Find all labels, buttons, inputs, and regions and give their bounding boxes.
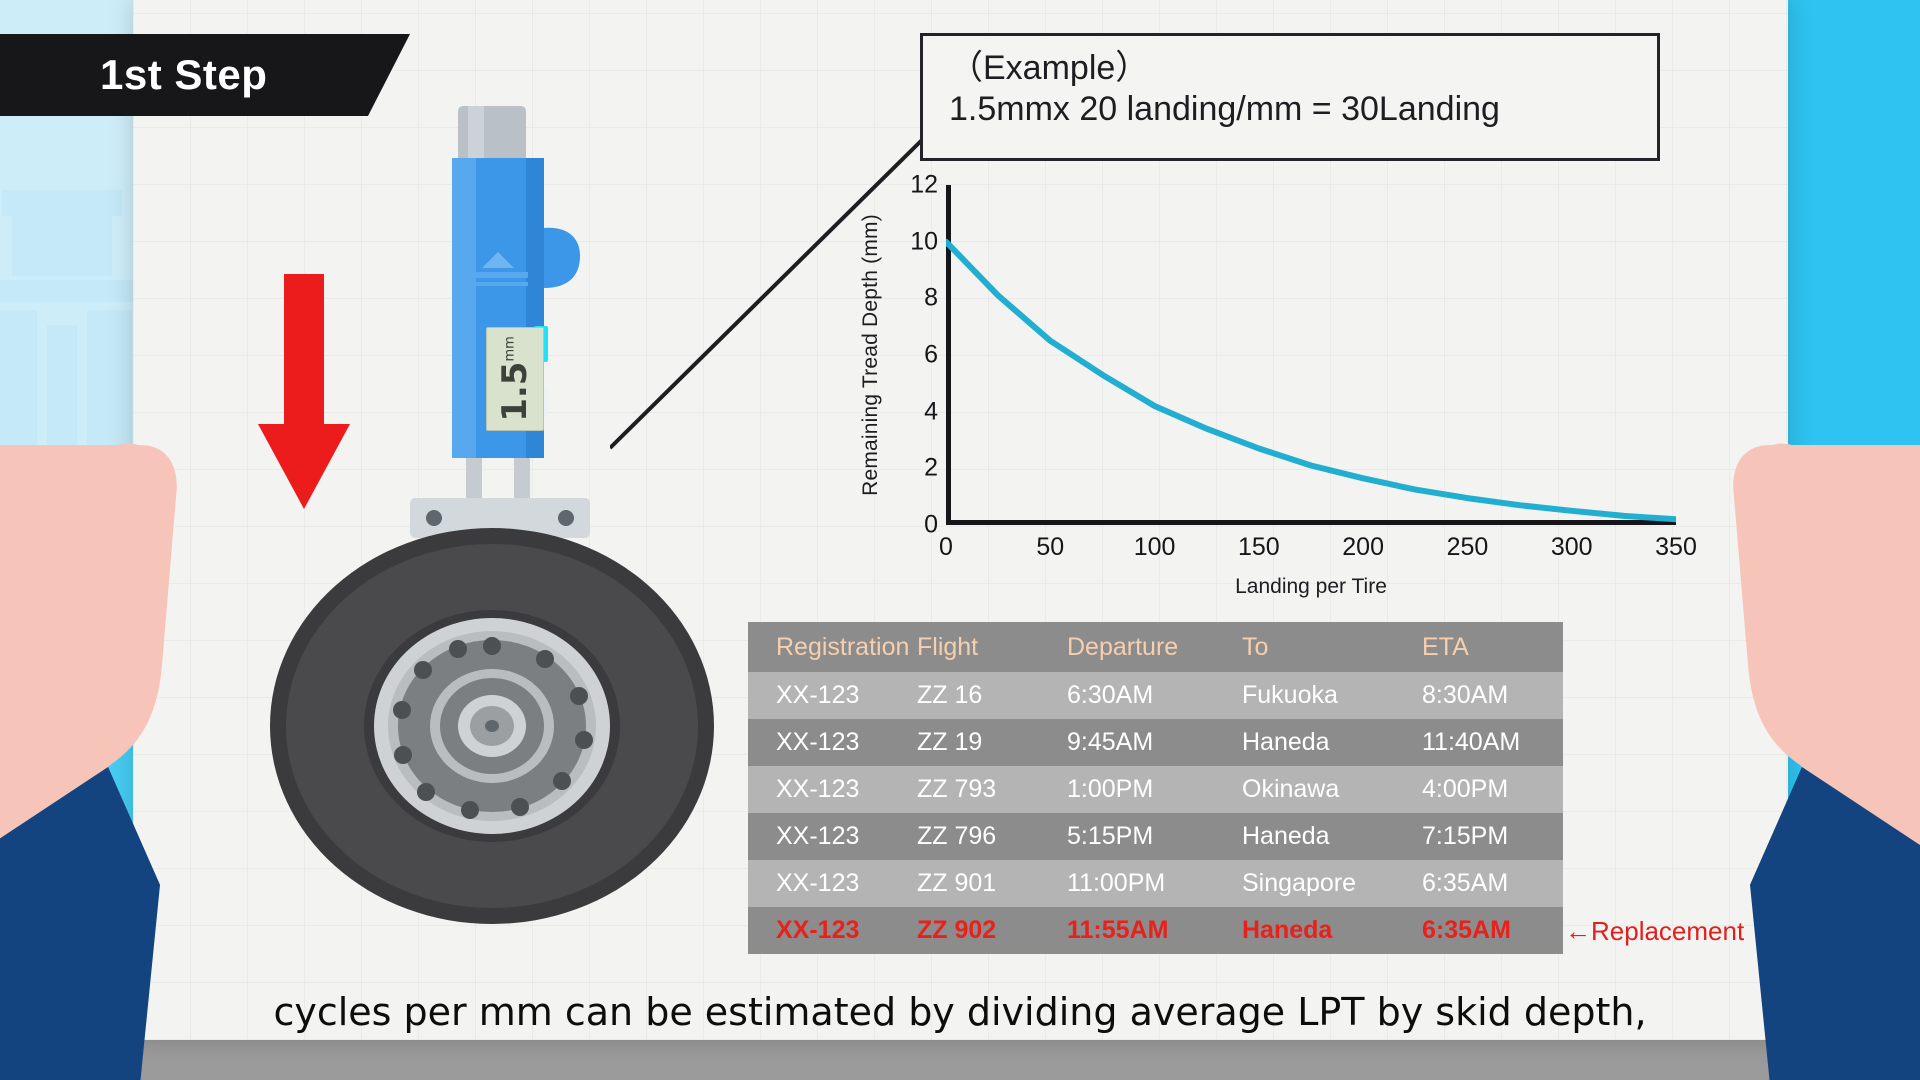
gauge-value: 1.5	[495, 361, 535, 422]
callout-leader-line	[610, 134, 928, 450]
table-cell-to: Fukuoka	[1242, 681, 1338, 709]
callout-line-1: （Example）	[949, 49, 1150, 87]
table-cell-to: Haneda	[1242, 822, 1330, 850]
table-cell-departure: 5:15PM	[1067, 822, 1154, 850]
flight-schedule-table[interactable]: Registration Flight Departure To ETA XX-…	[748, 622, 1563, 954]
table-cell-flight: ZZ 793	[917, 775, 997, 803]
table-cell-registration: XX-123	[776, 916, 860, 944]
table-cell-flight: ZZ 19	[917, 728, 983, 756]
chart-x-tick-group: 0 50 100 150 200 250 300 350	[939, 533, 1697, 567]
chart-x-tick: 200	[1342, 533, 1384, 561]
table-cell-eta: 4:00PM	[1422, 775, 1509, 803]
table-cell-registration: XX-123	[776, 869, 860, 897]
table-cell-departure: 9:45AM	[1067, 728, 1154, 756]
column-header-registration: Registration	[776, 632, 910, 661]
column-header-departure: Departure	[1067, 632, 1179, 661]
column-header-flight: Flight	[917, 632, 979, 661]
chart-plot-area	[946, 185, 1676, 525]
table-cell-to: Okinawa	[1242, 775, 1340, 803]
table-cell-registration: XX-123	[776, 822, 860, 850]
table-cell-departure: 6:30AM	[1067, 681, 1154, 709]
chart-series-line	[946, 238, 1676, 523]
table-cell-registration: XX-123	[776, 728, 860, 756]
table-row[interactable]: XX-123 ZZ 901 11:00PM Singapore 6:35AM	[748, 860, 1563, 907]
table-cell-registration: XX-123	[776, 681, 860, 709]
table-header-row: Registration Flight Departure To ETA	[748, 622, 1563, 672]
chart-x-tick: 0	[939, 533, 953, 561]
tread-depth-chart: Remaining Tread Depth (mm) 0 2 4 6 8 10 12 0 50…	[859, 171, 1697, 615]
gauge-unit: mm	[502, 336, 518, 362]
table-cell-registration: XX-123	[776, 775, 860, 803]
downward-arrow-icon	[258, 274, 350, 509]
chart-x-tick: 100	[1133, 533, 1176, 561]
table-row[interactable]: XX-123 ZZ 16 6:30AM Fukuoka 8:30AM	[748, 672, 1563, 719]
column-header-eta: ETA	[1422, 632, 1469, 661]
table-cell-eta: 7:15PM	[1422, 822, 1509, 850]
hand-right	[1690, 415, 1920, 1080]
table-cell-departure: 11:00PM	[1067, 869, 1166, 897]
example-callout-box: （Example） 1.5mmx 20 landing/mm = 30Landi…	[920, 33, 1660, 161]
subtitle-caption: cycles per mm can be estimated by dividi…	[273, 990, 1647, 1034]
table-cell-flight: ZZ 901	[917, 869, 997, 897]
chart-x-tick: 150	[1237, 533, 1280, 561]
step-banner-label: 1st Step	[100, 51, 268, 98]
chart-y-tick: 2	[924, 453, 938, 482]
column-header-to: To	[1242, 632, 1269, 661]
chart-y-tick: 0	[924, 510, 938, 539]
table-cell-to: Haneda	[1242, 728, 1330, 756]
table-cell-eta: 6:35AM	[1422, 869, 1509, 897]
table-cell-eta: 8:30AM	[1422, 681, 1509, 709]
chart-x-tick: 50	[1036, 533, 1065, 561]
chart-x-tick: 300	[1550, 533, 1593, 561]
table-cell-to: Haneda	[1242, 916, 1333, 944]
chart-x-axis-label: Landing per Tire	[1235, 575, 1387, 598]
table-row[interactable]: XX-123 ZZ 793 1:00PM Okinawa 4:00PM	[748, 766, 1563, 813]
table-row[interactable]: XX-123 ZZ 902 11:55AM Haneda 6:35AM	[748, 907, 1563, 954]
table-cell-departure: 1:00PM	[1067, 775, 1154, 803]
table-cell-flight: ZZ 16	[917, 681, 983, 709]
table-cell-eta: 11:40AM	[1422, 728, 1521, 756]
table-cell-flight: ZZ 902	[917, 916, 997, 944]
hand-left	[0, 415, 220, 1080]
table-row[interactable]: XX-123 ZZ 796 5:15PM Haneda 7:15PM	[748, 813, 1563, 860]
step-banner: 1st Step	[0, 34, 410, 116]
table-row[interactable]: XX-123 ZZ 19 9:45AM Haneda 11:40AM	[748, 719, 1563, 766]
table-cell-eta: 6:35AM	[1422, 916, 1511, 944]
table-cell-to: Singapore	[1242, 869, 1356, 897]
chart-x-tick: 250	[1446, 533, 1489, 561]
gauge-digital-display: 1.5mm	[486, 327, 544, 431]
table-cell-departure: 11:55AM	[1067, 916, 1169, 944]
callout-line-2: 1.5mmx 20 landing/mm = 30Landing	[949, 90, 1500, 129]
chart-x-tick: 350	[1655, 533, 1697, 561]
table-cell-flight: ZZ 796	[917, 822, 997, 850]
replacement-annotation: ←Replacement	[1565, 916, 1745, 946]
